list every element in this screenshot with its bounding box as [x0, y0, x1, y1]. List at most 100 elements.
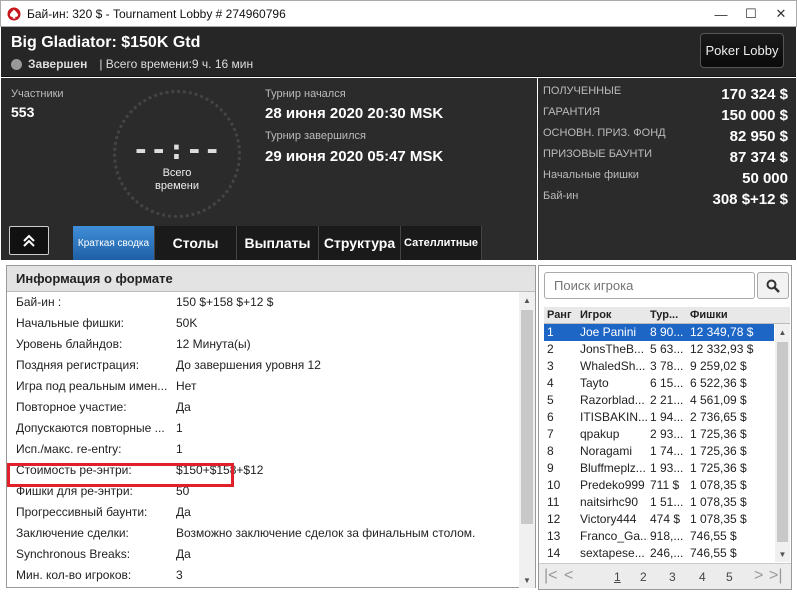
tab-satellites[interactable]: Сателлитные [401, 226, 482, 260]
player-chips: 1 725,36 $ [690, 461, 747, 475]
prize-row: ПРИЗОВЫЕ БАУНТИ 87 374 $ [543, 148, 788, 169]
scroll-down-arrow-icon[interactable]: ▼ [519, 572, 535, 588]
player-row[interactable]: 1 Joe Panini 8 90... 12 349,78 $ [544, 324, 774, 341]
player-row[interactable]: 3 WhaledSh... 3 78... 9 259,02 $ [544, 358, 774, 375]
info-row: Мин. кол-во игроков: 3 [7, 565, 521, 586]
player-chips: 4 561,09 $ [690, 393, 747, 407]
info-row: Уровень блайндов: 12 Минута(ы) [7, 334, 521, 355]
info-value: Да [176, 547, 191, 561]
search-button[interactable] [757, 272, 789, 299]
player-rank: 14 [547, 546, 561, 560]
info-scrollbar[interactable]: ▲ ▼ [519, 292, 535, 588]
first-page-icon[interactable]: |< [544, 567, 558, 585]
column-chips[interactable]: Фишки [690, 309, 728, 321]
player-name: Razorblad... [580, 393, 645, 407]
player-name: WhaledSh... [580, 359, 646, 373]
tab-summary[interactable]: Краткая сводка [73, 226, 155, 260]
page-link[interactable]: 3 [669, 570, 676, 584]
column-rank[interactable]: Ранг [547, 309, 572, 321]
player-chips: 9 259,02 $ [690, 359, 747, 373]
player-name: Joe Panini [580, 325, 637, 339]
player-row[interactable]: 6 ITISBAKIN... 1 94... 2 736,65 $ [544, 409, 774, 426]
player-name: qpakup [580, 427, 620, 441]
player-chips: 1 078,35 $ [690, 512, 747, 526]
page-link[interactable]: 2 [640, 570, 647, 584]
scroll-down-arrow-icon[interactable]: ▼ [775, 546, 790, 562]
started-datetime: 28 июня 2020 20:30 MSK [265, 105, 444, 122]
prize-value: 150 000 $ [721, 107, 788, 124]
info-key: Бай-ин : [16, 295, 62, 309]
prev-page-icon[interactable]: < [564, 567, 573, 585]
info-value: 150 $+158 $+12 $ [176, 295, 274, 309]
scrollbar-thumb[interactable] [777, 342, 788, 542]
info-value: Да [176, 400, 191, 414]
close-button[interactable]: ✕ [766, 1, 796, 27]
scroll-up-arrow-icon[interactable]: ▲ [519, 292, 535, 308]
player-tour: 918,... [650, 529, 684, 543]
player-row[interactable]: 13 Franco_Ga... 918,... 746,55 $ [544, 528, 774, 545]
page-link[interactable]: 5 [726, 570, 733, 584]
player-name: sextapese... [580, 546, 645, 560]
player-tour: 711 $ [650, 478, 680, 492]
info-value: 12 Минута(ы) [176, 337, 251, 351]
lobby-tabs: Краткая сводка Столы Выплаты Структура С… [73, 226, 482, 260]
player-name: naitsirhc90 [580, 495, 639, 509]
tournament-name: Big Gladiator: $150K Gtd [11, 34, 201, 51]
pokerstars-spade-icon [7, 7, 21, 20]
collapse-button[interactable] [9, 226, 49, 255]
info-value: До завершения уровня 12 [176, 358, 321, 372]
poker-lobby-button[interactable]: Poker Lobby [700, 33, 784, 68]
player-chips: 1 725,36 $ [690, 427, 747, 441]
info-value: 1 [176, 421, 183, 435]
player-chips: 2 736,65 $ [690, 410, 747, 424]
player-rank: 9 [547, 461, 554, 475]
double-chevron-up-icon [23, 234, 35, 247]
page-link[interactable]: 4 [699, 570, 706, 584]
tab-payouts[interactable]: Выплаты [237, 226, 319, 260]
player-row[interactable]: 5 Razorblad... 2 21... 4 561,09 $ [544, 392, 774, 409]
player-rank: 11 [547, 495, 560, 509]
player-chips: 1 078,35 $ [690, 478, 747, 492]
player-name: Bluffmeplz... [580, 461, 646, 475]
player-row[interactable]: 8 Noragami 1 74... 1 725,36 $ [544, 443, 774, 460]
player-row[interactable]: 7 qpakup 2 93... 1 725,36 $ [544, 426, 774, 443]
info-key: Поздняя регистрация: [16, 358, 140, 372]
info-key: Начальные фишки: [16, 316, 125, 330]
page-link-current[interactable]: 1 [614, 570, 621, 584]
player-row[interactable]: 10 Predeko999 711 $ 1 078,35 $ [544, 477, 774, 494]
player-search-input[interactable] [545, 273, 754, 298]
prize-label: ОСНОВН. ПРИЗ. ФОНД [543, 127, 666, 139]
minimize-button[interactable]: — [706, 1, 736, 27]
last-page-icon[interactable]: >| [769, 567, 783, 585]
player-rank: 1 [547, 325, 554, 339]
format-info-title: Информация о формате [7, 266, 535, 292]
player-row[interactable]: 12 Victory444 474 $ 1 078,35 $ [544, 511, 774, 528]
column-player[interactable]: Игрок [580, 309, 611, 321]
total-time-clock: --:-- Всего времени [113, 90, 241, 218]
player-tour: 1 93... [650, 461, 684, 475]
info-row: Допускаются повторные ... 1 [7, 418, 521, 439]
maximize-button[interactable]: ☐ [736, 1, 766, 27]
player-tour: 8 90... [650, 325, 684, 339]
info-key: Уровень блайндов: [16, 337, 123, 351]
tab-tables[interactable]: Столы [155, 226, 237, 260]
tab-structure[interactable]: Структура [319, 226, 401, 260]
players-table-header: Ранг Игрок Тур... Фишки [544, 307, 790, 324]
player-row[interactable]: 4 Tayto 6 15... 6 522,36 $ [544, 375, 774, 392]
column-tournament[interactable]: Тур... [650, 309, 678, 321]
player-row[interactable]: 2 JonsTheB... 5 63... 12 332,93 $ [544, 341, 774, 358]
player-chips: 1 078,35 $ [690, 495, 747, 509]
players-scrollbar[interactable]: ▲ ▼ [775, 324, 790, 562]
player-search-field[interactable] [544, 272, 755, 299]
info-value: 1 [176, 442, 183, 456]
next-page-icon[interactable]: > [754, 567, 763, 585]
info-row: Прогрессивный баунти: Да [7, 502, 521, 523]
player-row[interactable]: 11 naitsirhc90 1 51... 1 078,35 $ [544, 494, 774, 511]
info-key: Synchronous Breaks: [16, 547, 131, 561]
scrollbar-thumb[interactable] [521, 310, 533, 524]
prize-label: ПОЛУЧЕННЫЕ [543, 85, 622, 97]
player-row[interactable]: 14 sextapese... 246,... 746,55 $ [544, 545, 774, 562]
player-rank: 5 [547, 393, 554, 407]
scroll-up-arrow-icon[interactable]: ▲ [775, 324, 790, 340]
player-row[interactable]: 9 Bluffmeplz... 1 93... 1 725,36 $ [544, 460, 774, 477]
